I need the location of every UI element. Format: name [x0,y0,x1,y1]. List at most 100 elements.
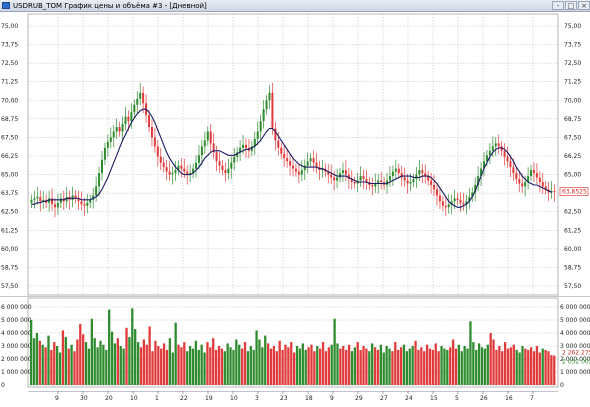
volume-bar [67,348,70,385]
volume-bar [347,344,351,385]
price-chart-pane[interactable]: 75,00 75,00 73,75 73,75 72,50 72,50 71,25 71,25… [0,12,590,297]
volume-bar [298,348,302,385]
volume-chart-pane[interactable]: 6 000 000 6 000 000 5 000 000 5 000 000 4 00… [0,297,590,389]
volume-bar [272,346,276,385]
volume-bar [116,338,119,385]
candle-body [371,184,374,187]
volume-bar [174,322,177,385]
candle-body [438,195,441,202]
candle-body [159,156,162,163]
volume-bar [371,343,374,385]
candle-body [165,167,168,172]
candle-body [139,92,142,99]
volume-bar [330,344,333,385]
candle-body [95,186,98,196]
price-tick-label-left: 60,00 [1,246,18,253]
volume-bar [235,339,238,385]
volume-bar [96,347,99,385]
candle-body [277,140,280,148]
candle-body [59,198,62,203]
maximize-button[interactable]: □ [565,1,577,10]
volume-bar [157,346,160,385]
volume-bar [313,351,316,385]
candle-body [512,167,515,174]
price-tick-label-left: 63,75 [1,190,18,197]
volume-bar [142,339,146,385]
candle-body [344,170,347,175]
volume-bar [304,349,307,385]
volume-bar [214,349,218,385]
price-tick-label-right: 71,25 [564,79,581,86]
volume-bar [229,347,232,385]
volume-bar [212,338,215,385]
volume-bar [420,347,423,385]
price-tick-label-left: 65,00 [1,172,18,179]
volume-bar [515,349,518,385]
volume-bar [264,335,267,385]
volume-bar [61,330,65,385]
candle-body [535,173,538,178]
volume-bar [449,347,452,385]
volume-bar [220,348,224,385]
candle-body [359,176,362,181]
candle-body [497,143,500,147]
candle-body [271,92,274,129]
candle-body [433,184,436,190]
candle-body [292,165,294,169]
price-plot-frame [27,13,559,296]
candle-body [259,121,262,132]
volume-bar [99,340,102,385]
volume-bar [232,349,235,385]
candle-body [309,158,312,162]
volume-bar [160,348,163,385]
volume-bar [301,343,304,385]
volume-bar [498,346,501,385]
volume-bar [275,351,278,385]
price-tick-label-right: 62,50 [564,209,581,216]
volume-bar [405,351,409,385]
candle-body [353,182,356,184]
volume-bar [440,346,443,385]
volume-bar [50,349,53,385]
price-tick-label-right: 67,50 [564,134,581,141]
candle-body [153,137,156,147]
volume-bar [41,344,44,385]
close-button[interactable]: × [578,1,590,10]
volume-bar [469,321,472,385]
volume-bar [541,348,544,385]
candle-body [409,182,412,184]
volume-chart[interactable]: 6 000 000 6 000 000 5 000 000 5 000 000 4 00… [0,297,590,389]
minimize-button[interactable]: - [552,1,564,10]
volume-bar [269,348,273,385]
price-tick-label-left: 73,75 [1,42,18,49]
volume-bar [30,320,33,385]
volume-bar [90,318,93,385]
volume-bar [506,348,510,385]
price-tick-label-left: 66,25 [1,153,18,160]
candle-body [312,158,315,163]
volume-bar [243,342,247,385]
volume-bar [362,346,365,385]
volume-bar [136,342,140,385]
price-chart[interactable]: 75,00 75,00 73,75 73,75 72,50 72,50 71,25 71,25… [0,12,590,297]
volume-bar [177,344,180,385]
volume-bar [503,342,507,385]
candle-body [336,177,339,181]
volume-bar [411,346,414,385]
volume-bar [82,334,85,385]
volume-bar [200,344,203,385]
volume-tick-label-right: 6 000 000 [560,304,590,311]
candle-body [51,198,54,205]
volume-bar [168,338,172,385]
candle-body [494,143,497,147]
candle-body [30,199,33,203]
volume-bar [437,351,440,385]
date-tick-label: 27 [380,395,388,402]
volume-bar [399,347,403,385]
candle-body [300,170,303,175]
volume-bar [281,349,284,385]
volume-bar [32,338,36,385]
price-tick-label-left: 75,00 [1,23,18,30]
volume-bar [131,308,134,385]
candle-body [256,131,259,139]
